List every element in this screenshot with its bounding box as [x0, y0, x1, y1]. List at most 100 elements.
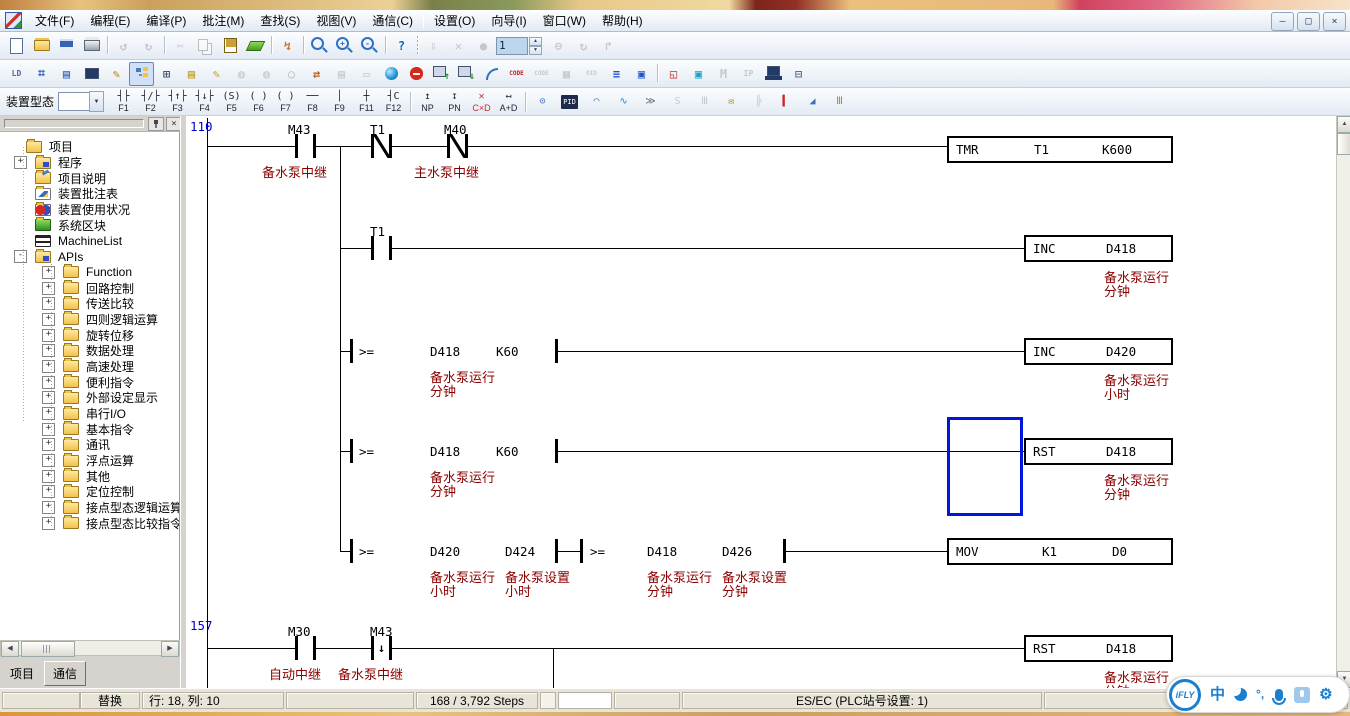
- zoom-out-button[interactable]: [357, 34, 382, 58]
- ladder-editor[interactable]: 110M43T1M40备水泵中继主水泵中继TMRT1K600T1INCD418备…: [186, 116, 1336, 688]
- contact-rising-button[interactable]: ┤↑├F3: [164, 90, 191, 114]
- tree-item-handy-instructions[interactable]: +便利指令: [0, 374, 179, 390]
- voice-keyboard-icon[interactable]: [1294, 687, 1310, 703]
- undo-button[interactable]: ↺: [111, 34, 136, 58]
- menu-wizard[interactable]: 向导(I): [483, 12, 534, 30]
- device-comment[interactable]: 小时: [1104, 384, 1130, 403]
- ladder-mode-button[interactable]: ⌗: [29, 62, 54, 86]
- device-comment[interactable]: 分钟: [647, 581, 673, 600]
- ladder-text[interactable]: K600: [1102, 142, 1132, 157]
- menu-view[interactable]: 视图(V): [308, 12, 364, 30]
- contact-falling-button[interactable]: ┤↓├F4: [191, 90, 218, 114]
- combo-dropdown-icon[interactable]: ▼: [89, 91, 104, 112]
- device-comment[interactable]: 分钟: [430, 481, 456, 500]
- replace-device-button[interactable]: ↤A+D: [495, 90, 522, 114]
- ladder-text[interactable]: INC: [1033, 241, 1056, 256]
- device-comment[interactable]: 分钟: [430, 381, 456, 400]
- zoom-button[interactable]: [307, 34, 332, 58]
- ladder-text[interactable]: D0: [1112, 544, 1127, 559]
- zoom-in-button[interactable]: [332, 34, 357, 58]
- device-comment[interactable]: 分钟: [1104, 281, 1130, 300]
- coil-button[interactable]: ( )F6: [245, 90, 272, 114]
- tab-project[interactable]: 项目: [2, 662, 42, 685]
- monitor-code-button[interactable]: ▦: [554, 62, 579, 86]
- mov-instruction-box[interactable]: [947, 538, 1173, 565]
- marker-pen-button[interactable]: ✎: [204, 62, 229, 86]
- stop-button[interactable]: [404, 62, 429, 86]
- nc-contact-slash[interactable]: [374, 134, 389, 158]
- tree-item-serial-io[interactable]: +串行I/O: [0, 406, 179, 422]
- punctuation-mode-icon[interactable]: °,: [1256, 687, 1264, 702]
- scroll-up-icon[interactable]: ▲: [1337, 116, 1350, 133]
- new-file-button[interactable]: [4, 34, 29, 58]
- tree-item-transfer-compare[interactable]: +传送比较: [0, 296, 179, 312]
- edit-comment-button[interactable]: ✎: [104, 62, 129, 86]
- timer-wizard-button[interactable]: ⊙: [529, 90, 556, 114]
- chinese-mode-icon[interactable]: 中: [1210, 687, 1225, 702]
- pid-wizard-button[interactable]: PID: [556, 90, 583, 114]
- sfc-mode-button[interactable]: ▤: [54, 62, 79, 86]
- device-label-m43[interactable]: M43: [370, 624, 393, 639]
- workspace-toggle-button[interactable]: [129, 62, 154, 86]
- ladder-text[interactable]: K1: [1042, 544, 1057, 559]
- window-tile-button[interactable]: ▣: [629, 62, 654, 86]
- tree-item-loop-control[interactable]: +回路控制: [0, 280, 179, 296]
- hline-button[interactable]: ──F8: [299, 90, 326, 114]
- nc-contact-slash[interactable]: [450, 134, 465, 158]
- upload-plc-button[interactable]: [429, 62, 454, 86]
- tree-item-program[interactable]: +程序: [0, 155, 179, 171]
- print-button[interactable]: [79, 34, 104, 58]
- contact-nc-button[interactable]: ┤/├F2: [137, 90, 164, 114]
- menu-help[interactable]: 帮助(H): [594, 12, 651, 30]
- hint-bubble2-button[interactable]: ◍: [254, 62, 279, 86]
- columns-button[interactable]: Ⅲ: [691, 90, 718, 114]
- device-label-m43[interactable]: M43: [288, 122, 311, 137]
- menu-comment[interactable]: 批注(M): [194, 12, 252, 30]
- ladder-text[interactable]: D418: [430, 344, 460, 359]
- device-label-m40[interactable]: M40: [444, 122, 467, 137]
- tree-item-project-desc[interactable]: 项目说明: [0, 170, 179, 186]
- reset-coil-button[interactable]: ( )F7: [272, 90, 299, 114]
- trace-button[interactable]: ↯: [275, 34, 300, 58]
- download-plc-button[interactable]: [454, 62, 479, 86]
- tree-item-contact-logic[interactable]: +接点型态逻辑运算: [0, 500, 179, 516]
- ladder-text[interactable]: D418: [647, 544, 677, 559]
- ladder-text[interactable]: D424: [505, 544, 535, 559]
- device-comment[interactable]: 主水泵中继: [414, 162, 479, 181]
- tree-item-highspeed[interactable]: +高速处理: [0, 359, 179, 375]
- step-wizard-button[interactable]: ◢: [799, 90, 826, 114]
- cut-button[interactable]: ✂: [168, 34, 193, 58]
- open-file-button[interactable]: [29, 34, 54, 58]
- copy-button[interactable]: [193, 34, 218, 58]
- contact-bar[interactable]: [350, 539, 353, 563]
- monitor-mode-button[interactable]: [79, 62, 104, 86]
- register-edit-button[interactable]: ≡: [604, 62, 629, 86]
- ladder-text[interactable]: D418: [1106, 641, 1136, 656]
- device-comment[interactable]: 分钟: [1104, 484, 1130, 503]
- comm-link-button[interactable]: [479, 62, 504, 86]
- block-select-button[interactable]: ●: [471, 34, 496, 58]
- network-monitor-button[interactable]: [761, 62, 786, 86]
- oio-button[interactable]: OIO: [579, 62, 604, 86]
- ladder-text[interactable]: T1: [1034, 142, 1049, 157]
- menu-options[interactable]: 设置(O): [426, 12, 483, 30]
- gauge-wizard-button[interactable]: ◠: [583, 90, 610, 114]
- simulator-button[interactable]: ◱: [661, 62, 686, 86]
- fullwidth-mode-icon[interactable]: [1234, 688, 1247, 701]
- compare-contact-button[interactable]: ┤CF12: [380, 90, 407, 114]
- ifly-logo-icon[interactable]: iFLY: [1169, 679, 1201, 711]
- menu-edit-program[interactable]: 编程(E): [82, 12, 138, 30]
- pn-pulse-button[interactable]: ↧PN: [441, 90, 468, 114]
- tree-item-arithmetic-logic[interactable]: +四则逻辑运算: [0, 312, 179, 328]
- vline-button[interactable]: │F9: [326, 90, 353, 114]
- search-ip-button[interactable]: IP: [736, 62, 761, 86]
- ladder-text[interactable]: INC: [1033, 344, 1056, 359]
- close-button[interactable]: ×: [1323, 12, 1346, 31]
- device-comment[interactable]: 小时: [430, 581, 456, 600]
- restore-button[interactable]: □: [1297, 12, 1320, 31]
- com-port-button[interactable]: ⊟: [786, 62, 811, 86]
- scroll-left-icon[interactable]: ◀: [1, 641, 19, 657]
- menu-communication[interactable]: 通信(C): [364, 12, 421, 30]
- scroll-thumb[interactable]: [1337, 133, 1350, 155]
- tree-item-data-processing[interactable]: +数据处理: [0, 343, 179, 359]
